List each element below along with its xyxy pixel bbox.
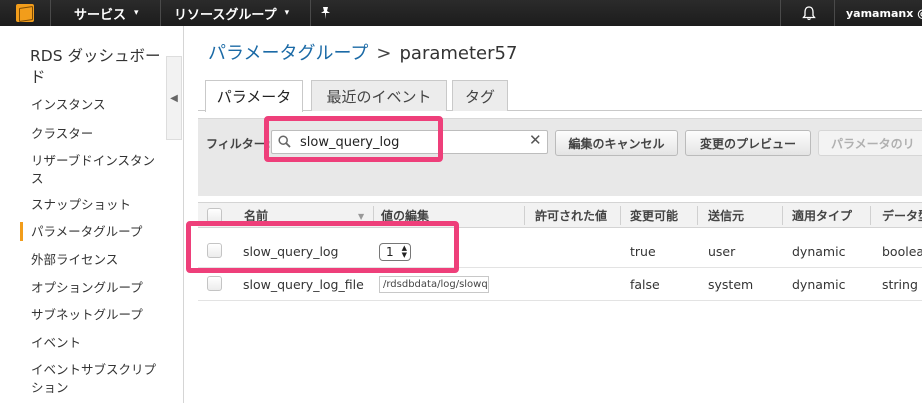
tab-tags[interactable]: タグ bbox=[452, 80, 508, 111]
breadcrumb: パラメータグループ > parameter57 bbox=[208, 39, 517, 65]
divider bbox=[780, 0, 781, 26]
aws-logo[interactable] bbox=[0, 0, 50, 26]
aws-cube-icon bbox=[16, 4, 34, 22]
row-checkbox[interactable] bbox=[207, 276, 222, 291]
sidebar-collapse-button[interactable]: ◀ bbox=[166, 56, 182, 140]
sidebar-item-subnet-groups[interactable]: サブネットグループ bbox=[31, 306, 166, 324]
clear-filter-icon[interactable]: ✕ bbox=[529, 131, 542, 149]
column-header-data-type[interactable]: データ型 bbox=[882, 203, 922, 228]
data-type-value: string bbox=[882, 276, 918, 292]
sidebar-title[interactable]: RDS ダッシュボード bbox=[30, 46, 170, 88]
breadcrumb-separator: > bbox=[376, 43, 392, 64]
column-divider bbox=[524, 206, 525, 225]
parameter-value-input[interactable]: /rdsdbdata/log/slowquery bbox=[379, 276, 489, 293]
cancel-edit-button[interactable]: 編集のキャンセル bbox=[555, 130, 678, 156]
modifiable-value: true bbox=[630, 243, 656, 259]
sidebar-item-events[interactable]: イベント bbox=[31, 334, 166, 352]
column-header-modifiable[interactable]: 変更可能 bbox=[630, 203, 678, 228]
divider bbox=[310, 0, 311, 26]
sidebar-item-reserved-instances[interactable]: リザーブドインスタンス bbox=[31, 152, 166, 188]
filter-label: フィルター: bbox=[206, 137, 271, 151]
sidebar-item-parameter-groups[interactable]: パラメータグループ bbox=[31, 223, 166, 241]
data-type-value: boolean bbox=[882, 243, 922, 259]
column-divider bbox=[870, 206, 871, 225]
source-value: user bbox=[708, 243, 736, 259]
modifiable-value: false bbox=[630, 276, 660, 292]
pin-icon[interactable] bbox=[320, 0, 331, 26]
divider bbox=[160, 0, 161, 26]
tab-parameters[interactable]: パラメータ bbox=[205, 80, 303, 112]
tab-recent-events[interactable]: 最近のイベント bbox=[311, 80, 447, 111]
search-highlight-annotation bbox=[264, 116, 443, 162]
column-divider bbox=[782, 206, 783, 225]
source-value: system bbox=[708, 276, 754, 292]
sidebar-item-clusters[interactable]: クラスター bbox=[31, 125, 166, 143]
resource-groups-menu-label: リソースグループ bbox=[174, 7, 277, 23]
sidebar-item-event-subscriptions[interactable]: イベントサブスクリプション bbox=[31, 361, 166, 397]
column-divider bbox=[697, 206, 698, 225]
sidebar-item-external-licenses[interactable]: 外部ライセンス bbox=[31, 251, 166, 269]
apply-type-value: dynamic bbox=[792, 243, 846, 259]
page-title: parameter57 bbox=[399, 43, 518, 64]
sidebar: RDS ダッシュボード インスタンス クラスター リザーブドインスタンス スナッ… bbox=[0, 26, 184, 403]
divider bbox=[50, 0, 51, 26]
services-menu[interactable]: サービス ▾ bbox=[74, 0, 139, 26]
resource-groups-menu[interactable]: リソースグループ ▾ bbox=[174, 0, 289, 26]
sidebar-item-option-groups[interactable]: オプショングループ bbox=[31, 279, 166, 297]
divider bbox=[834, 0, 835, 26]
active-item-indicator bbox=[20, 222, 23, 241]
chevron-down-icon: ▾ bbox=[134, 8, 139, 18]
column-header-source[interactable]: 送信元 bbox=[708, 203, 744, 228]
reset-parameters-button[interactable]: パラメータのリ bbox=[818, 130, 922, 156]
column-header-apply-type[interactable]: 適用タイプ bbox=[792, 203, 852, 228]
chevron-left-icon: ◀ bbox=[170, 92, 178, 104]
user-account-menu[interactable]: yamamanx @ bbox=[846, 0, 922, 26]
apply-type-value: dynamic bbox=[792, 276, 846, 292]
breadcrumb-parameter-groups-link[interactable]: パラメータグループ bbox=[208, 43, 368, 64]
sort-caret-icon[interactable]: ▼ bbox=[358, 212, 364, 221]
row-highlight-annotation bbox=[186, 221, 459, 273]
sidebar-item-snapshots[interactable]: スナップショット bbox=[31, 196, 166, 214]
preview-changes-button[interactable]: 変更のプレビュー bbox=[685, 130, 811, 156]
tab-bar: パラメータ 最近のイベント タグ bbox=[198, 80, 922, 112]
column-header-allowed-values[interactable]: 許可された値 bbox=[535, 203, 607, 228]
services-menu-label: サービス bbox=[74, 7, 127, 23]
chevron-down-icon: ▾ bbox=[284, 8, 290, 18]
notification-bell-icon[interactable] bbox=[802, 0, 816, 26]
top-navigation-bar: サービス ▾ リソースグループ ▾ yamamanx @ bbox=[0, 0, 922, 26]
sidebar-item-instances[interactable]: インスタンス bbox=[31, 96, 166, 114]
column-divider bbox=[620, 206, 621, 225]
